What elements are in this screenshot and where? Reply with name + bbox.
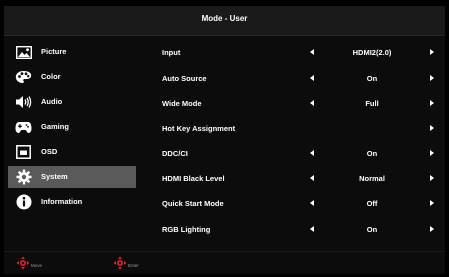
sidebar-item-label: Color	[41, 72, 61, 81]
setting-row-hot-key-assignment[interactable]: Hot Key Assignment	[154, 120, 444, 138]
setting-row-wide-mode[interactable]: Wide Mode Full	[154, 95, 444, 113]
setting-label: RGB Lighting	[162, 225, 211, 234]
enter-label: Enter	[128, 263, 139, 268]
setting-label: Hot Key Assignment	[162, 124, 236, 133]
arrow-left-icon[interactable]	[310, 200, 314, 206]
move-label: Move	[31, 263, 43, 268]
setting-value: On	[366, 149, 378, 158]
info-icon	[15, 194, 32, 210]
enter-joystick-icon	[113, 256, 127, 275]
setting-row-ddc-ci[interactable]: DDC/CI On	[154, 145, 444, 163]
gear-icon	[15, 169, 32, 185]
arrow-right-icon[interactable]	[430, 75, 434, 81]
sidebar-item-picture[interactable]: Picture	[8, 41, 136, 63]
setting-label: Wide Mode	[162, 99, 202, 108]
arrow-left-icon[interactable]	[310, 100, 314, 106]
sidebar-item-osd[interactable]: OSD	[8, 141, 136, 163]
setting-value: Normal	[359, 174, 385, 183]
sidebar-item-label: Information	[41, 197, 83, 206]
setting-row-input[interactable]: Input HDMI2(2.0)	[154, 44, 444, 62]
sidebar-item-label: Picture	[41, 47, 67, 56]
sidebar-item-label: System	[41, 172, 68, 181]
setting-value: On	[366, 225, 378, 234]
title-bar: Mode - User	[4, 6, 445, 36]
arrow-right-icon[interactable]	[430, 150, 434, 156]
setting-label: Quick Start Mode	[162, 199, 224, 208]
arrow-left-icon[interactable]	[310, 75, 314, 81]
arrow-left-icon[interactable]	[310, 150, 314, 156]
arrow-right-icon[interactable]	[430, 125, 434, 131]
sidebar-item-label: OSD	[41, 147, 58, 156]
sidebar-item-audio[interactable]: Audio	[8, 91, 136, 113]
arrow-right-icon[interactable]	[430, 175, 434, 181]
setting-value: Full	[365, 99, 379, 108]
setting-value: On	[366, 74, 378, 83]
sidebar-item-system[interactable]: System	[8, 166, 136, 188]
sidebar-item-color[interactable]: Color	[8, 66, 136, 88]
picture-icon	[15, 44, 32, 60]
setting-label: HDMI Black Level	[162, 174, 225, 183]
setting-value: HDMI2(2.0)	[352, 48, 392, 57]
osd-menu: Mode - User Picture Color Audio Gaming O…	[4, 6, 445, 274]
arrow-right-icon[interactable]	[430, 100, 434, 106]
setting-row-hdmi-black-level[interactable]: HDMI Black Level Normal	[154, 170, 444, 188]
speaker-icon	[15, 94, 32, 110]
setting-value: Off	[366, 199, 378, 208]
palette-icon	[15, 69, 32, 85]
move-hint: Move	[16, 256, 42, 275]
arrow-left-icon[interactable]	[310, 175, 314, 181]
arrow-right-icon[interactable]	[430, 226, 434, 232]
enter-hint: Enter	[113, 256, 139, 275]
setting-row-auto-source[interactable]: Auto Source On	[154, 70, 444, 88]
sidebar-item-label: Gaming	[41, 122, 69, 131]
setting-label: DDC/CI	[162, 149, 188, 158]
arrow-right-icon[interactable]	[430, 200, 434, 206]
sidebar-item-label: Audio	[41, 97, 63, 106]
osd-icon	[15, 144, 32, 160]
footer-hints: Move Enter	[4, 251, 445, 274]
setting-row-quick-start-mode[interactable]: Quick Start Mode Off	[154, 195, 444, 213]
page-title: Mode - User	[201, 14, 248, 23]
setting-label: Input	[162, 48, 181, 57]
gamepad-icon	[15, 119, 32, 135]
arrow-left-icon[interactable]	[310, 226, 314, 232]
move-joystick-icon	[16, 256, 30, 275]
arrow-left-icon[interactable]	[310, 49, 314, 55]
arrow-right-icon[interactable]	[430, 49, 434, 55]
sidebar-item-gaming[interactable]: Gaming	[8, 116, 136, 138]
setting-row-rgb-lighting[interactable]: RGB Lighting On	[154, 221, 444, 239]
setting-label: Auto Source	[162, 74, 207, 83]
sidebar-item-information[interactable]: Information	[8, 191, 136, 213]
